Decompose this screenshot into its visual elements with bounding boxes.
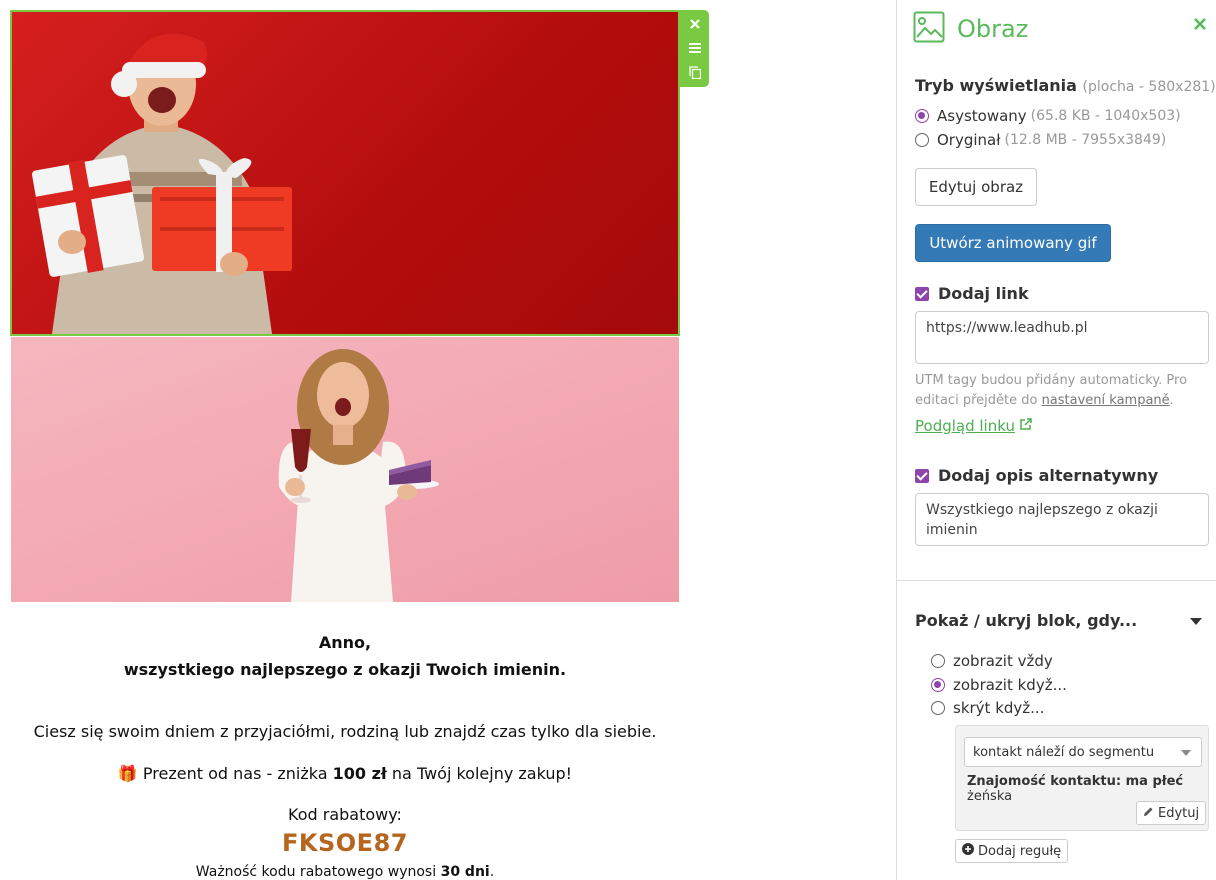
copy-icon[interactable]: [685, 62, 705, 82]
utm-help-part2: .: [1169, 393, 1174, 408]
display-mode-hint: (plocha - 580x281): [1082, 79, 1216, 95]
white-gift: [31, 155, 145, 277]
rule-box: kontakt náleží do segmentu Znajomość kon…: [955, 725, 1209, 831]
edit-rule-button[interactable]: Edytuj: [1136, 801, 1207, 825]
utm-help-text: UTM tagy budou přidány automaticky. Pro …: [915, 371, 1205, 411]
radio-label: zobrazit vždy: [953, 652, 1053, 670]
radio-label: skrýt když...: [953, 699, 1045, 717]
add-link-checkbox[interactable]: Dodaj link: [915, 284, 1029, 303]
pencil-icon: [1143, 806, 1154, 821]
christmas-man-image: [31, 33, 292, 334]
link-url-field[interactable]: https://www.leadhub.pl: [915, 311, 1209, 364]
external-link-icon: [1019, 417, 1033, 435]
validity-line: Ważność kodu rabatowego wynosi 30 dni.: [10, 864, 680, 880]
add-rule-button[interactable]: Dodaj regułę: [955, 839, 1069, 863]
chevron-down-icon[interactable]: [1190, 618, 1202, 625]
add-alt-label: Dodaj opis alternatywny: [938, 466, 1159, 485]
radio-assisted[interactable]: Asystowany (65.8 KB - 1040x503): [915, 107, 1181, 125]
body-line: Ciesz się swoim dniem z przyjaciółmi, ro…: [33, 722, 657, 741]
radio-show-always[interactable]: zobrazit vždy: [931, 652, 1053, 670]
image-settings-panel: Obraz Tryb wyświetlania (plocha - 580x28…: [896, 0, 1216, 880]
visibility-title[interactable]: Pokaż / ukryj blok, gdy...: [915, 611, 1137, 630]
add-link-label: Dodaj link: [938, 284, 1029, 303]
radio-label: Asystowany: [937, 107, 1027, 125]
checkbox[interactable]: [915, 286, 929, 301]
close-icon[interactable]: [685, 14, 705, 34]
greeting-name: Anno,: [318, 633, 372, 652]
radio-hide-when[interactable]: skrýt když...: [931, 699, 1044, 717]
radio-button[interactable]: [931, 701, 945, 715]
radio-label: Oryginał: [937, 131, 1001, 149]
app-root: Anno, wszystkiego najlepszego z okazji T…: [0, 0, 1216, 880]
validity-prefix: Ważność kodu rabatowego wynosi: [195, 864, 441, 880]
rule-condition-select[interactable]: kontakt náleží do segmentu: [964, 737, 1202, 767]
checkbox[interactable]: [915, 468, 929, 483]
rule-desc-rest: żeńska: [967, 789, 1013, 804]
rule-description: Znajomość kontaktu: ma płeć żeńska: [967, 774, 1208, 804]
image-block-selected[interactable]: [10, 10, 680, 336]
image-block-2[interactable]: [11, 337, 679, 602]
image-block-toolbar: [680, 10, 709, 87]
validity-days: 30 dni: [440, 864, 490, 880]
gift-amount: 100 zł: [332, 764, 387, 783]
campaign-settings-link[interactable]: nastavení kampaně: [1042, 393, 1170, 408]
radio-button[interactable]: [915, 109, 929, 123]
close-panel-icon[interactable]: [1194, 14, 1206, 35]
gift-prefix: 🎁 Prezent od nas - zniżka: [117, 764, 333, 783]
discount-code: FKSOE87: [282, 829, 408, 857]
validity-suffix: .: [489, 864, 495, 880]
panel-title: Obraz: [957, 15, 1029, 43]
radio-meta: (65.8 KB - 1040x503): [1030, 108, 1181, 124]
email-canvas: Anno, wszystkiego najlepszego z okazji T…: [0, 0, 896, 880]
select-value: kontakt náleží do segmentu: [973, 744, 1155, 760]
plus-circle-icon: [962, 843, 974, 859]
radio-show-when[interactable]: zobrazit když...: [931, 676, 1067, 694]
radio-button[interactable]: [931, 654, 945, 668]
greeting-line: wszystkiego najlepszego z okazji Twoich …: [123, 660, 567, 679]
chevron-down-icon: [1181, 750, 1191, 756]
radio-meta: (12.8 MB - 7955x3849): [1004, 132, 1167, 148]
edit-rule-label: Edytuj: [1158, 805, 1200, 821]
section-divider: [897, 580, 1216, 581]
alt-text-field[interactable]: Wszystkiego najlepszego z okazji imienin: [915, 493, 1209, 546]
add-alt-checkbox[interactable]: Dodaj opis alternatywny: [915, 466, 1158, 485]
panel-header: Obraz: [913, 11, 1203, 47]
create-gif-button[interactable]: Utwórz animowany gif: [915, 224, 1111, 262]
preview-link[interactable]: Podgląd linku: [915, 417, 1033, 435]
preview-link-label: Podgląd linku: [915, 417, 1015, 435]
radio-button[interactable]: [931, 678, 945, 692]
image-icon: [913, 11, 945, 47]
display-mode-title: Tryb wyświetlania (plocha - 580x281): [915, 76, 1216, 95]
gift-line: 🎁 Prezent od nas - zniżka 100 zł na Twój…: [10, 764, 680, 783]
radio-button[interactable]: [915, 133, 929, 147]
edit-image-button[interactable]: Edytuj obraz: [915, 168, 1037, 206]
gift-suffix: na Twój kolejny zakup!: [386, 764, 573, 783]
rule-desc-bold: Znajomość kontaktu: ma płeć: [967, 774, 1184, 789]
radio-label: zobrazit když...: [953, 676, 1067, 694]
add-rule-label: Dodaj regułę: [978, 843, 1062, 859]
code-label: Kod rabatowy:: [288, 805, 402, 824]
radio-original[interactable]: Oryginał (12.8 MB - 7955x3849): [915, 131, 1166, 149]
display-mode-label: Tryb wyświetlania: [915, 76, 1077, 95]
woman-with-cake-image: [278, 349, 439, 602]
menu-icon[interactable]: [685, 38, 705, 58]
